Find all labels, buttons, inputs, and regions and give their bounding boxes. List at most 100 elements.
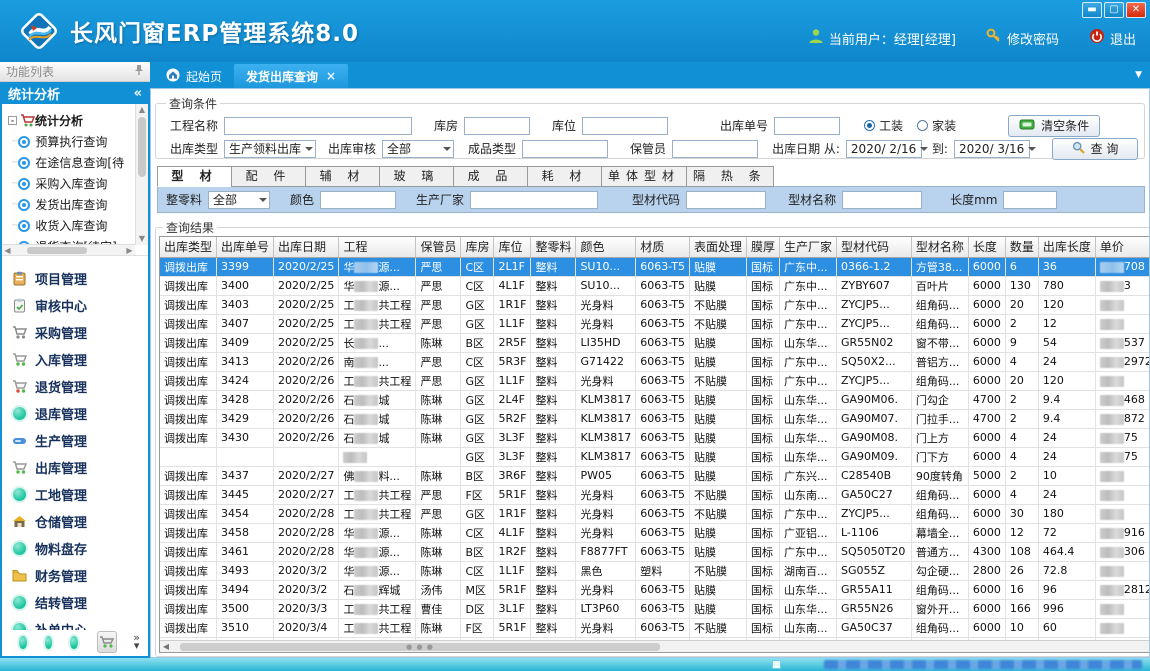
subtab-3[interactable]: 玻 璃 bbox=[379, 166, 453, 187]
column-header[interactable]: 型材名称 bbox=[911, 237, 968, 257]
tree-item[interactable]: ┄发货出库查询 bbox=[8, 194, 134, 215]
scroll-left-icon[interactable]: ◀ bbox=[2, 246, 13, 255]
table-row[interactable]: 调拨出库34452020/2/27工共工程严思F区5R1F整料光身料6063-T… bbox=[160, 485, 1150, 504]
table-row[interactable]: 调拨出库34002020/2/25华源...严思C区4L1F整料SU10...6… bbox=[160, 276, 1150, 295]
tab-shipping-outbound-query[interactable]: 发货出库查询 × bbox=[234, 64, 348, 88]
order-no-input[interactable] bbox=[774, 117, 840, 135]
table-row[interactable]: 调拨出库34072020/2/25工共工程严思G区1L1F整料光身料6063-T… bbox=[160, 314, 1150, 333]
sidebar-item-clipboard2[interactable]: 审核中心 bbox=[12, 292, 148, 319]
sidebar-section-header[interactable]: 统计分析 « bbox=[0, 82, 150, 104]
table-row[interactable]: 调拨出库34292020/2/26石城陈琳G区5R2F整料KLM38176063… bbox=[160, 409, 1150, 428]
table-row[interactable]: 调拨出库35102020/3/4工共工程陈琳F区5R1F整料光身料6063-T5… bbox=[160, 618, 1150, 637]
scroll-up-icon[interactable]: ▲ bbox=[136, 104, 148, 116]
column-header[interactable]: 数量 bbox=[1005, 237, 1038, 257]
subtab-4[interactable]: 成 品 bbox=[453, 166, 527, 187]
sidebar-item-dot[interactable]: 结转管理 bbox=[12, 589, 148, 616]
column-header[interactable]: 保管员 bbox=[416, 237, 461, 257]
location-input[interactable] bbox=[582, 117, 668, 135]
scroll-right-icon[interactable]: ▶ bbox=[124, 246, 135, 255]
tree-item[interactable]: ┄收货入库查询 bbox=[8, 215, 134, 236]
table-hscroll-thumb[interactable]: ● ● ● bbox=[180, 643, 660, 651]
keeper-input[interactable] bbox=[672, 140, 758, 158]
table-row[interactable]: 调拨出库34542020/2/28工共工程严思G区1R1F整料光身料6063-T… bbox=[160, 504, 1150, 523]
table-row[interactable]: 调拨出库34092020/2/25长...陈琳B区2R5F整料LI35HD606… bbox=[160, 333, 1150, 352]
logout-button[interactable]: 退出 bbox=[1089, 28, 1136, 48]
table-row[interactable]: 调拨出库33992020/2/25华源...严思C区2L1F整料SU10...6… bbox=[160, 257, 1150, 276]
table-row[interactable]: 调拨出库34372020/2/27佛料...陈琳B区3R6F整料PW056063… bbox=[160, 466, 1150, 485]
color-input[interactable] bbox=[320, 191, 396, 209]
column-header[interactable]: 出库单号 bbox=[217, 237, 274, 257]
table-horizontal-scrollbar[interactable]: ◀ ● ● ● ▶ bbox=[160, 640, 1150, 652]
sidebar-overflow-button[interactable]: »▾ bbox=[133, 634, 140, 650]
column-header[interactable]: 长度 bbox=[968, 237, 1005, 257]
sidebar-item-folder[interactable]: 财务管理 bbox=[12, 562, 148, 589]
column-header[interactable]: 整零料 bbox=[531, 237, 576, 257]
length-input[interactable] bbox=[1003, 191, 1057, 209]
date-from-select[interactable]: 2020/ 2/16 bbox=[846, 140, 922, 158]
dot-icon[interactable] bbox=[70, 636, 78, 649]
column-header[interactable]: 工程 bbox=[339, 237, 416, 257]
scroll-down-icon[interactable]: ▼ bbox=[136, 233, 148, 245]
column-header[interactable]: 库位 bbox=[494, 237, 531, 257]
column-header[interactable]: 表面处理 bbox=[689, 237, 746, 257]
outbound-audit-select[interactable]: 全部 bbox=[382, 140, 454, 158]
column-header[interactable]: 出库日期 bbox=[274, 237, 339, 257]
sidebar-item-cart-gray[interactable]: 采购管理 bbox=[12, 319, 148, 346]
collapse-icon[interactable]: « bbox=[134, 86, 142, 101]
subtab-5[interactable]: 耗 材 bbox=[527, 166, 601, 187]
product-type-input[interactable] bbox=[522, 140, 608, 158]
sidebar-item-cart-green[interactable]: 出库管理 bbox=[12, 454, 148, 481]
table-row[interactable]: 调拨出库34282020/2/26石城陈琳G区2L4F整料KLM38176063… bbox=[160, 390, 1150, 409]
column-header[interactable]: 材质 bbox=[636, 237, 690, 257]
table-row[interactable]: 调拨出库34612020/2/28华源...陈琳B区1R2F整料F8877FT6… bbox=[160, 542, 1150, 561]
column-header[interactable]: 库房 bbox=[461, 237, 494, 257]
subtab-0[interactable]: 型 材 bbox=[157, 166, 231, 187]
column-header[interactable]: 生产厂家 bbox=[779, 237, 836, 257]
column-header[interactable]: 颜色 bbox=[576, 237, 636, 257]
cart-shortcut-button[interactable] bbox=[97, 631, 118, 653]
sidebar-item-dot[interactable]: 物料盘存 bbox=[12, 535, 148, 562]
maximize-button[interactable]: ▢ bbox=[1104, 2, 1124, 18]
profile-name-input[interactable] bbox=[842, 191, 922, 209]
tree-root[interactable]: - 统计分析 bbox=[8, 110, 134, 131]
tab-close-icon[interactable]: × bbox=[326, 69, 336, 83]
table-row[interactable]: 调拨出库34942020/3/2石辉城汤伟M区5R1F整料光身料6063-T5贴… bbox=[160, 580, 1150, 599]
sidebar-item-cart-red[interactable]: 退货管理 bbox=[12, 373, 148, 400]
tree-hscroll-thumb[interactable] bbox=[27, 247, 87, 254]
tab-list-dropdown-icon[interactable]: ▼ bbox=[1135, 70, 1142, 80]
sidebar-item-dot[interactable]: 退库管理 bbox=[12, 400, 148, 427]
sidebar-item-machine[interactable]: 生产管理 bbox=[12, 427, 148, 454]
sidebar-item-cart-green[interactable]: 入库管理 bbox=[12, 346, 148, 373]
outbound-type-select[interactable]: 生产领料出库 bbox=[224, 140, 316, 158]
sidebar-item-warehouse[interactable]: 仓储管理 bbox=[12, 508, 148, 535]
table-row[interactable]: 调拨出库34932020/3/2华源...陈琳C区1L1F整料黑色塑料不贴膜国标… bbox=[160, 561, 1150, 580]
column-header[interactable]: 出库类型 bbox=[160, 237, 217, 257]
close-button[interactable]: ✕ bbox=[1126, 2, 1146, 18]
tree-item[interactable]: ┄采购入库查询 bbox=[8, 173, 134, 194]
tree-vertical-scrollbar[interactable]: ▲ ▼ bbox=[135, 104, 148, 245]
dot-icon[interactable] bbox=[19, 636, 27, 649]
sidebar-item-clipboard[interactable]: 项目管理 bbox=[12, 265, 148, 292]
column-header[interactable]: 出库长度 bbox=[1038, 237, 1095, 257]
scroll-left-icon[interactable]: ◀ bbox=[160, 642, 172, 651]
table-row[interactable]: 调拨出库35002020/3/3工共工程曹佳D区3L1F整料LT3P606063… bbox=[160, 599, 1150, 618]
minimize-button[interactable]: ▬ bbox=[1082, 2, 1102, 18]
factory-input[interactable] bbox=[470, 191, 598, 209]
subtab-6[interactable]: 单体型材 bbox=[601, 166, 686, 187]
radio-gongzhuang[interactable]: 工装 bbox=[864, 117, 903, 134]
tab-home[interactable]: 起始页 bbox=[154, 64, 234, 88]
column-header[interactable]: 单价 bbox=[1095, 237, 1150, 257]
clear-conditions-button[interactable]: 清空条件 bbox=[1008, 115, 1100, 137]
tree-item[interactable]: ┄预算执行查询 bbox=[8, 131, 134, 152]
profile-code-input[interactable] bbox=[686, 191, 766, 209]
sidebar-item-dot[interactable]: 补单中心 bbox=[12, 616, 148, 630]
column-header[interactable]: 型材代码 bbox=[837, 237, 912, 257]
table-row[interactable]: 调拨出库34302020/2/26石城陈琳G区3L3F整料KLM38176063… bbox=[160, 428, 1150, 447]
project-name-input[interactable] bbox=[224, 117, 412, 135]
table-row[interactable]: 调拨出库34032020/2/25工共工程严思G区1R1F整料光身料6063-T… bbox=[160, 295, 1150, 314]
table-row[interactable]: G区3L3F整料KLM38176063-T5贴膜国标山东华...GA90M09.… bbox=[160, 447, 1150, 466]
column-header[interactable]: 膜厚 bbox=[746, 237, 779, 257]
dot-icon[interactable] bbox=[45, 636, 53, 649]
table-row[interactable]: 调拨出库34132020/2/26南...严思C区5R3F整料G71422606… bbox=[160, 352, 1150, 371]
subtab-7[interactable]: 隔 热 条 bbox=[686, 166, 774, 187]
